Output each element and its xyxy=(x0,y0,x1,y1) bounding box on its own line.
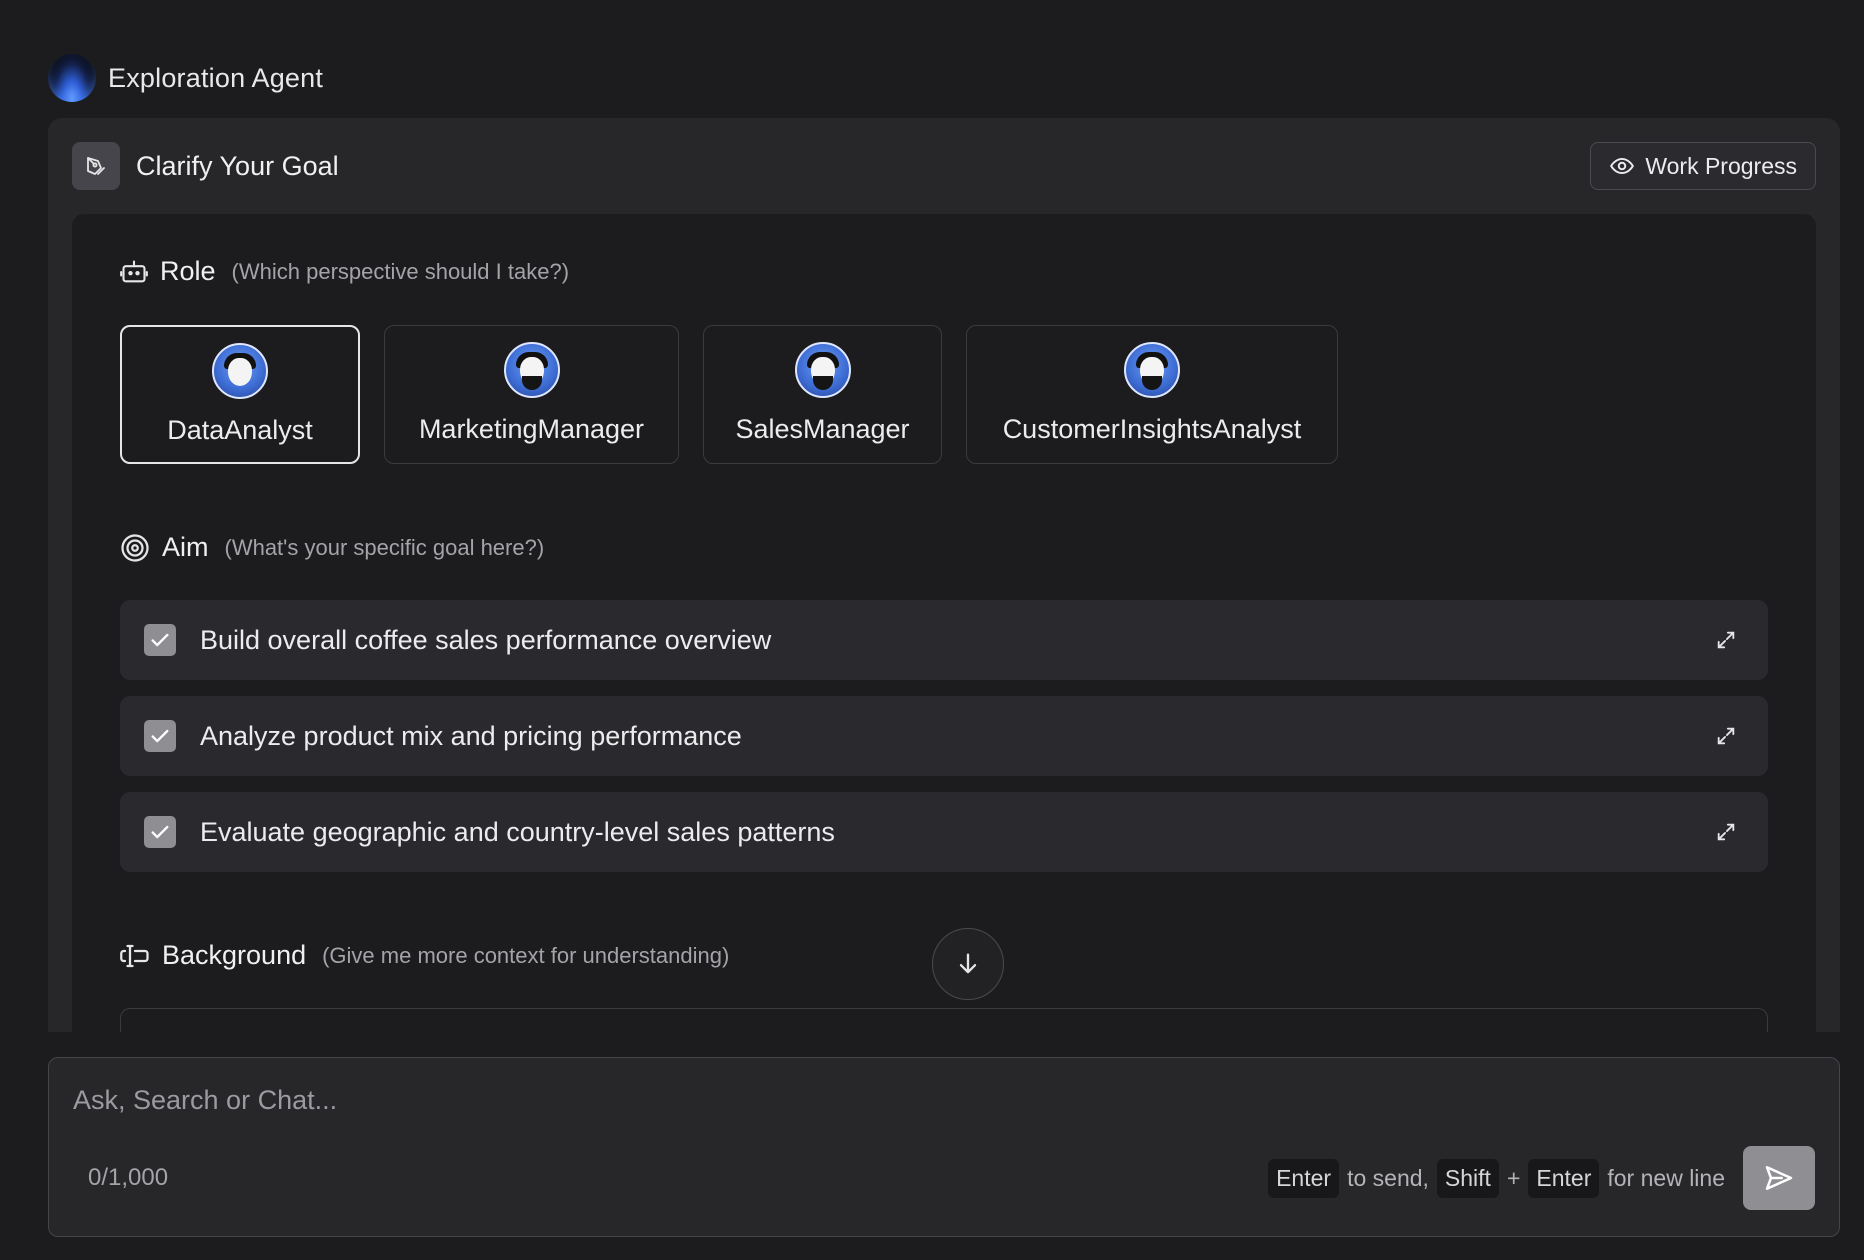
eye-icon xyxy=(1610,157,1635,175)
chat-input[interactable] xyxy=(73,1080,1773,1120)
aim-text: Evaluate geographic and country-level sa… xyxy=(200,816,835,847)
aim-label: Aim xyxy=(162,532,209,562)
aim-text: Analyze product mix and pricing performa… xyxy=(200,720,742,751)
send-icon xyxy=(1765,1166,1793,1190)
role-option-data-analyst[interactable]: DataAnalyst xyxy=(120,325,360,464)
customer-insights-analyst-avatar xyxy=(1124,342,1180,398)
panel-title: Clarify Your Goal xyxy=(136,150,339,181)
role-hint: (Which perspective should I take?) xyxy=(231,258,570,284)
agent-avatar xyxy=(48,54,96,102)
check-icon xyxy=(151,633,169,647)
to-send-text: to send, xyxy=(1347,1164,1429,1191)
panel-header: Clarify Your Goal Work Progress xyxy=(72,142,1816,190)
enter-key: Enter xyxy=(1268,1158,1340,1198)
chat-composer: 0/1,000 Enter to send, Shift + Enter for… xyxy=(48,1057,1840,1237)
aim-checkbox[interactable] xyxy=(144,816,176,848)
arrow-down-icon xyxy=(959,953,977,974)
background-section-header: Background (Give me more context for und… xyxy=(120,940,729,971)
expand-button[interactable] xyxy=(1708,718,1744,754)
expand-icon xyxy=(1717,727,1735,745)
role-label: Role xyxy=(160,256,216,286)
text-cursor-icon xyxy=(120,944,149,967)
marketing-manager-avatar xyxy=(503,342,560,398)
role-name: SalesManager xyxy=(735,414,910,444)
role-name: MarketingManager xyxy=(418,414,645,444)
aim-item: Evaluate geographic and country-level sa… xyxy=(120,792,1768,872)
background-label: Background xyxy=(162,940,307,970)
clarify-goal-panel: Clarify Your Goal Work Progress Role (Wh… xyxy=(48,118,1840,1032)
keyboard-hint: Enter to send, Shift + Enter for new lin… xyxy=(1268,1158,1725,1198)
role-option-customer-insights-analyst[interactable]: CustomerInsightsAnalyst xyxy=(966,325,1338,464)
work-progress-button[interactable]: Work Progress xyxy=(1590,142,1816,190)
role-options: DataAnalyst MarketingManager SalesManage… xyxy=(120,325,1338,464)
goal-form: Role (Which perspective should I take?) … xyxy=(72,214,1816,1032)
aim-checkbox[interactable] xyxy=(144,720,176,752)
background-hint: (Give me more context for understanding) xyxy=(322,942,730,968)
expand-icon xyxy=(1717,823,1735,841)
check-icon xyxy=(151,729,169,743)
robot-icon xyxy=(120,259,148,282)
aim-checkbox[interactable] xyxy=(144,624,176,656)
background-textarea[interactable] xyxy=(120,1008,1768,1032)
pen-icon xyxy=(72,142,120,190)
aim-section-header: Aim (What's your specific goal here?) xyxy=(120,532,544,563)
role-name: CustomerInsightsAnalyst xyxy=(1002,414,1302,444)
expand-button[interactable] xyxy=(1708,814,1744,850)
role-name: DataAnalyst xyxy=(167,415,313,445)
role-option-marketing-manager[interactable]: MarketingManager xyxy=(384,325,679,464)
aim-hint: (What's your specific goal here?) xyxy=(224,534,545,560)
aim-item: Analyze product mix and pricing performa… xyxy=(120,696,1768,776)
aim-item: Build overall coffee sales performance o… xyxy=(120,600,1768,680)
expand-icon xyxy=(1717,631,1735,649)
expand-button[interactable] xyxy=(1708,622,1744,658)
role-section-header: Role (Which perspective should I take?) xyxy=(120,256,569,287)
aim-text: Build overall coffee sales performance o… xyxy=(200,624,772,655)
send-button[interactable] xyxy=(1743,1146,1815,1210)
char-count: 0/1,000 xyxy=(88,1164,169,1191)
scroll-down-button[interactable] xyxy=(932,928,1004,1000)
shift-key: Shift xyxy=(1436,1158,1499,1198)
sales-manager-avatar xyxy=(794,342,851,398)
work-progress-label: Work Progress xyxy=(1645,152,1797,179)
new-line-text: for new line xyxy=(1607,1164,1725,1191)
check-icon xyxy=(151,825,169,839)
plus-text: + xyxy=(1506,1164,1521,1191)
data-analyst-avatar xyxy=(212,343,268,399)
role-option-sales-manager[interactable]: SalesManager xyxy=(703,325,942,464)
app-title: Exploration Agent xyxy=(108,62,324,93)
target-icon xyxy=(121,533,149,562)
app-header: Exploration Agent xyxy=(48,54,323,102)
enter-key: Enter xyxy=(1528,1158,1600,1198)
